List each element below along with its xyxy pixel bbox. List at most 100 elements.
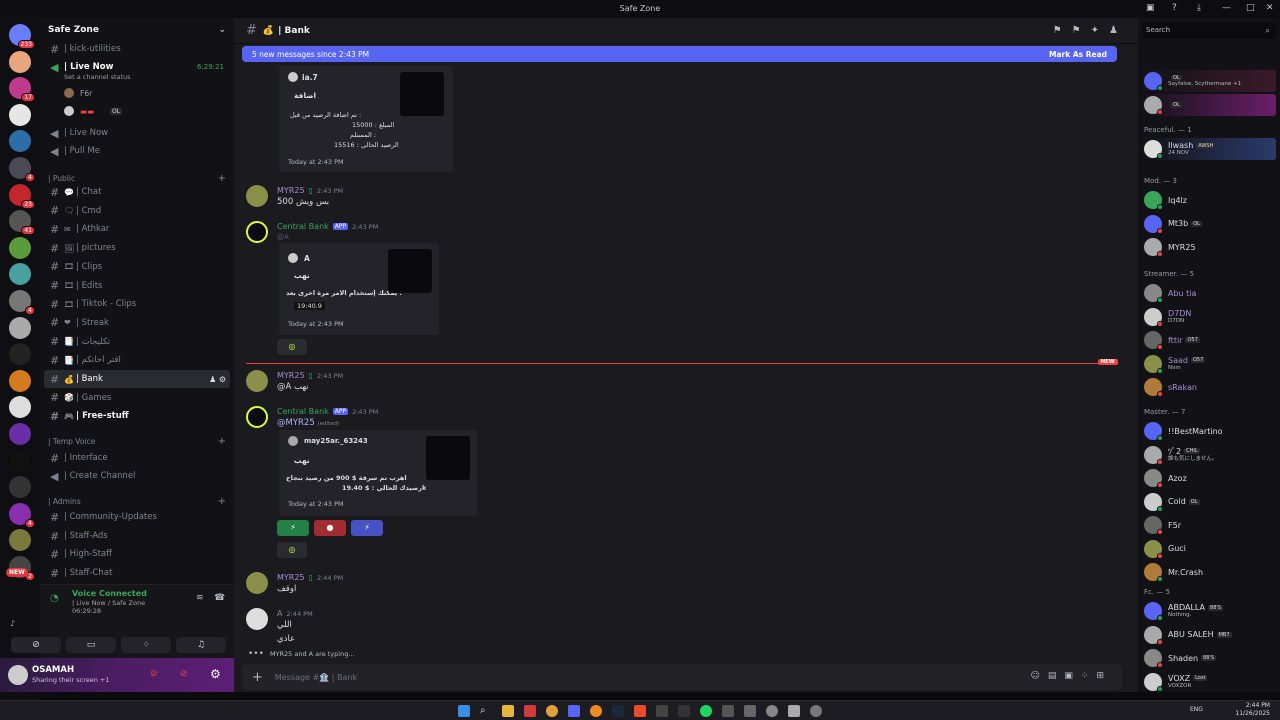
- channel-kick-utilities[interactable]: # | kick-utilities: [44, 40, 230, 58]
- close-icon[interactable]: ✕: [1266, 3, 1274, 13]
- message-input[interactable]: Message #🏦 | Bank: [275, 673, 357, 682]
- member-item[interactable]: OL Sayfalse, Scythermane +1: [1142, 70, 1276, 92]
- channel-item[interactable]: # 💰 | Bank ♟ ⚙: [44, 370, 230, 388]
- channel-staff-chat[interactable]: # | Staff-Chat: [44, 564, 230, 582]
- add-channel-icon[interactable]: +: [218, 173, 226, 184]
- embed-thumbnail[interactable]: [400, 72, 444, 116]
- channel-item[interactable]: # 🗨 | Cmd: [44, 202, 230, 220]
- channel-item[interactable]: # 🎞 | Tiktok - Clips: [44, 295, 230, 313]
- server-icon[interactable]: [9, 476, 31, 499]
- steam-icon[interactable]: [612, 705, 624, 717]
- channel-item[interactable]: # 📑 | اقتر احاتكم: [44, 351, 230, 369]
- voice-channel-live-now-2[interactable]: ◀ | Live Now: [44, 124, 230, 142]
- inbox-icon[interactable]: ▣: [1146, 3, 1155, 13]
- server-icon[interactable]: 4: [9, 502, 35, 528]
- avatar[interactable]: [8, 665, 28, 685]
- voice-channel-create[interactable]: ◀ | Create Channel: [44, 467, 230, 485]
- app-icon[interactable]: [722, 705, 734, 717]
- mention[interactable]: @MYR25 (edited): [277, 418, 339, 428]
- channel-interface[interactable]: # | Interface: [44, 449, 230, 467]
- new-messages-bar[interactable]: 5 new messages since 2:43 PM Mark As Rea…: [242, 46, 1117, 62]
- member-item[interactable]: Ilwash AWSH 24 NOV: [1142, 138, 1276, 160]
- file-explorer-icon[interactable]: [502, 705, 514, 717]
- server-icon[interactable]: [9, 449, 31, 472]
- composer-icons[interactable]: ☺▤▣⁘⊞: [1031, 671, 1112, 681]
- bank-green-button[interactable]: ⚡: [277, 520, 309, 536]
- mute-icon[interactable]: ⊘: [150, 669, 158, 679]
- maximize-icon[interactable]: □: [1246, 3, 1255, 13]
- screen-share-button[interactable]: ▭: [66, 637, 116, 653]
- bank-blue-button[interactable]: ⚡: [351, 520, 383, 536]
- channel-status[interactable]: Set a channel status: [64, 73, 131, 81]
- server-icon[interactable]: [9, 369, 31, 392]
- start-icon[interactable]: [458, 705, 470, 717]
- settings-icon[interactable]: ⚙: [210, 667, 221, 681]
- channel-item[interactable]: # 🖼 | pictures: [44, 239, 230, 257]
- camera-button[interactable]: ⊘: [11, 637, 61, 653]
- member-item[interactable]: Iq4lz: [1142, 189, 1276, 211]
- minimize-icon[interactable]: —: [1222, 3, 1231, 13]
- search-input[interactable]: Search ⌕: [1142, 23, 1276, 39]
- channel-high-staff[interactable]: # | High-Staff: [44, 545, 230, 563]
- avatar[interactable]: [246, 608, 268, 630]
- avatar[interactable]: [246, 572, 268, 594]
- download-icon[interactable]: ⤓: [1197, 3, 1201, 13]
- channel-item[interactable]: # 📑 | تكليجات: [44, 333, 230, 351]
- mark-as-read-button[interactable]: Mark As Read: [1049, 50, 1107, 59]
- server-icon[interactable]: [9, 130, 31, 153]
- member-item[interactable]: D7DN D7DN: [1142, 306, 1276, 328]
- member-item[interactable]: OL: [1142, 93, 1276, 116]
- member-item[interactable]: Shaden 88'S: [1142, 647, 1276, 669]
- signal-icon[interactable]: ◔: [50, 593, 59, 604]
- voice-user[interactable]: F6r: [64, 88, 92, 98]
- guild-header[interactable]: Safe Zone ⌄: [40, 18, 234, 42]
- avatar[interactable]: [246, 406, 268, 428]
- avatar[interactable]: [246, 370, 268, 392]
- new-servers-badge[interactable]: NEW: [6, 568, 28, 577]
- app-icon[interactable]: [744, 705, 756, 717]
- search-icon[interactable]: ⌕: [480, 705, 492, 717]
- member-item[interactable]: Azoz: [1142, 467, 1276, 489]
- server-icon[interactable]: 41: [9, 210, 35, 236]
- member-item[interactable]: !!BestMartino: [1142, 420, 1276, 442]
- header-icons[interactable]: ⚑⚑✦♟: [1053, 25, 1128, 36]
- channel-item[interactable]: # 🎲 | Games: [44, 389, 230, 407]
- server-icon[interactable]: 17: [9, 77, 35, 103]
- channel-item[interactable]: # 🎞 | Clips: [44, 258, 230, 276]
- voice-channel-pull-me[interactable]: ◀ | Pull Me: [44, 142, 230, 160]
- member-item[interactable]: VOXZ Lost VOXZOR: [1142, 671, 1276, 693]
- member-item[interactable]: Saad O57 Nvm: [1142, 353, 1276, 375]
- mention[interactable]: @A: [277, 233, 289, 241]
- member-item[interactable]: F5r: [1142, 514, 1276, 536]
- bank-red-button[interactable]: ●: [314, 520, 346, 536]
- server-icon[interactable]: [9, 50, 31, 73]
- member-item[interactable]: Cold OL: [1142, 491, 1276, 513]
- message-composer[interactable]: + Message #🏦 | Bank ☺▤▣⁘⊞: [242, 664, 1122, 690]
- channel-item[interactable]: # 🎞 | Edits: [44, 277, 230, 295]
- server-icon[interactable]: [9, 236, 31, 259]
- channel-item[interactable]: # 💬 | Chat: [44, 183, 230, 201]
- embed-thumbnail[interactable]: [426, 436, 470, 480]
- category-admins[interactable]: | Admins +: [48, 494, 226, 508]
- chevron-down-icon[interactable]: ⌄: [218, 25, 226, 35]
- app-icon[interactable]: [590, 705, 602, 717]
- member-item[interactable]: ﾂﾞ2 CHIL 誰も気にしません。: [1142, 444, 1276, 466]
- deafen-icon[interactable]: ⊘: [180, 669, 188, 679]
- help-icon[interactable]: ?: [1172, 3, 1177, 13]
- app-icon[interactable]: [634, 705, 646, 717]
- voice-user[interactable]: ▬▬ OL: [64, 106, 123, 116]
- voice-location[interactable]: | Live Now / Safe Zone: [72, 599, 145, 607]
- server-icon[interactable]: 4: [9, 290, 35, 315]
- noise-suppression-icon[interactable]: ≋: [196, 593, 204, 603]
- channel-settings-icon[interactable]: ♟ ⚙: [209, 375, 226, 384]
- language-indicator[interactable]: ENG: [1190, 706, 1203, 713]
- server-icon[interactable]: [9, 423, 31, 445]
- soundboard-icon[interactable]: ♪: [10, 619, 15, 628]
- member-item[interactable]: fttir O57: [1142, 329, 1276, 351]
- app-icon[interactable]: [788, 705, 800, 717]
- server-icon[interactable]: [9, 103, 31, 126]
- member-item[interactable]: Mr.Crash: [1142, 561, 1276, 583]
- chrome-icon[interactable]: [546, 705, 558, 717]
- discord-icon[interactable]: [568, 705, 580, 717]
- app-icon[interactable]: [524, 705, 536, 717]
